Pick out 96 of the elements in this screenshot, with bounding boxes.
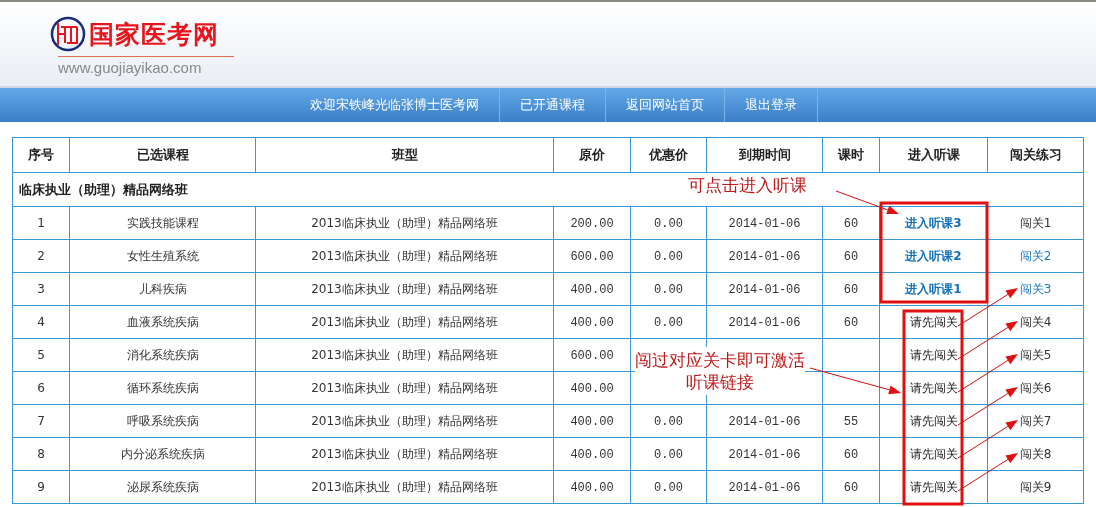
- practice-link[interactable]: 闯关5: [1019, 347, 1052, 362]
- locked-notice: 请先闯关: [909, 413, 958, 428]
- site-url: www.guojiayikao.com: [58, 59, 203, 76]
- price-text: 400.00: [570, 381, 614, 396]
- price-text: 600.00: [570, 348, 614, 363]
- table-cell: 2013临床执业（助理）精品网络班: [255, 239, 554, 273]
- date-text: 2014-01-06: [728, 447, 801, 462]
- practice-link[interactable]: 闯关2: [1019, 248, 1052, 263]
- arrow: [957, 321, 1018, 360]
- practice-link[interactable]: 闯关3: [1019, 281, 1052, 296]
- price-text: 400.00: [570, 315, 614, 330]
- table-cell: 8: [12, 437, 70, 471]
- nav-link[interactable]: 欢迎宋铁峰光临张博士医考网: [290, 88, 500, 122]
- hours-text: 55: [843, 414, 859, 429]
- date-text: 2014-01-06: [728, 414, 801, 429]
- discount-text: 0.00: [654, 249, 683, 264]
- date-text: 2014-01-06: [728, 480, 801, 495]
- discount-text: 0.00: [654, 480, 683, 495]
- table-cell: 1: [12, 206, 70, 240]
- discount-text: 0.00: [654, 216, 683, 231]
- arrow: [957, 387, 1018, 426]
- table-cell: 2013临床执业（助理）精品网络班: [255, 272, 554, 306]
- discount-text: 0.00: [654, 282, 683, 297]
- column-header: 原价: [553, 137, 631, 173]
- table-cell: 2: [12, 239, 70, 273]
- nav-link[interactable]: 返回网站首页: [606, 88, 725, 122]
- table-cell: 3: [12, 272, 70, 306]
- nav-link[interactable]: 退出登录: [725, 88, 818, 122]
- nav-link[interactable]: 已开通课程: [500, 88, 606, 122]
- hours-text: 60: [843, 216, 859, 231]
- date-text: 2014-01-06: [728, 249, 801, 264]
- table-cell: 女性生殖系统: [69, 239, 256, 273]
- price-text: 400.00: [570, 480, 614, 495]
- column-header: 已选课程: [69, 137, 256, 173]
- practice-link[interactable]: 闯关6: [1019, 380, 1052, 395]
- locked-notice: 请先闯关: [909, 380, 958, 395]
- table-cell: 消化系统疾病: [69, 338, 256, 372]
- discount-text: 0.00: [654, 315, 683, 330]
- hours-text: 60: [843, 315, 859, 330]
- table-cell: 2013临床执业（助理）精品网络班: [255, 206, 554, 240]
- practice-link[interactable]: 闯关4: [1019, 314, 1052, 329]
- table-cell: 泌尿系统疾病: [69, 470, 256, 504]
- practice-link[interactable]: 闯关9: [1019, 479, 1052, 494]
- table-cell: 5: [12, 338, 70, 372]
- table-cell: 实践技能课程: [69, 206, 256, 240]
- table-cell: 6: [12, 371, 70, 405]
- discount-text: 0.00: [654, 414, 683, 429]
- hours-text: 60: [843, 480, 859, 495]
- discount-text: 0.00: [654, 447, 683, 462]
- table-cell: 4: [12, 305, 70, 339]
- date-text: 2014-01-06: [728, 282, 801, 297]
- date-text: 2014-01-06: [728, 315, 801, 330]
- table-cell: 血液系统疾病: [69, 305, 256, 339]
- locked-notice: 请先闯关: [909, 479, 958, 494]
- hours-text: 60: [843, 282, 859, 297]
- logo-icon: [50, 16, 86, 52]
- hours-text: 60: [843, 249, 859, 264]
- price-text: 400.00: [570, 447, 614, 462]
- table-cell: 循环系统疾病: [69, 371, 256, 405]
- column-header: 序号: [12, 137, 70, 173]
- column-header: 闯关练习: [987, 137, 1084, 173]
- table-cell: 2013临床执业（助理）精品网络班: [255, 404, 554, 438]
- arrow: [957, 420, 1018, 459]
- locked-notice: 请先闯关: [909, 314, 958, 329]
- annotation-text: 闯过对应关卡即可激活听课链接: [635, 347, 805, 395]
- table-cell: 儿科疾病: [69, 272, 256, 306]
- table-cell: 9: [12, 470, 70, 504]
- table-cell: 2013临床执业（助理）精品网络班: [255, 338, 554, 372]
- price-text: 600.00: [570, 249, 614, 264]
- table-cell: 内分泌系统疾病: [69, 437, 256, 471]
- date-text: 2014-01-06: [728, 216, 801, 231]
- table-cell: 呼吸系统疾病: [69, 404, 256, 438]
- logo-text: 国家医考网: [89, 18, 219, 51]
- arrow: [835, 190, 899, 215]
- column-header: 优惠价: [630, 137, 707, 173]
- practice-link[interactable]: 闯关1: [1019, 215, 1052, 230]
- column-header: 到期时间: [706, 137, 823, 173]
- price-text: 400.00: [570, 414, 614, 429]
- price-text: 200.00: [570, 216, 614, 231]
- table-cell: 2013临床执业（助理）精品网络班: [255, 470, 554, 504]
- table-cell: 2013临床执业（助理）精品网络班: [255, 305, 554, 339]
- hours-text: 60: [843, 447, 859, 462]
- practice-link[interactable]: 闯关7: [1019, 413, 1052, 428]
- price-text: 400.00: [570, 282, 614, 297]
- locked-notice: 请先闯关: [909, 446, 958, 461]
- table-cell: 2013临床执业（助理）精品网络班: [255, 371, 554, 405]
- column-header: 进入听课: [879, 137, 988, 173]
- column-header: 课时: [822, 137, 880, 173]
- arrow: [957, 354, 1018, 393]
- table-cell: 2013临床执业（助理）精品网络班: [255, 437, 554, 471]
- locked-notice: 请先闯关: [909, 347, 958, 362]
- annotation-text: 可点击进入听课: [688, 174, 807, 196]
- column-header: 班型: [255, 137, 554, 173]
- practice-link[interactable]: 闯关8: [1019, 446, 1052, 461]
- table-cell: 7: [12, 404, 70, 438]
- arrow: [957, 453, 1018, 492]
